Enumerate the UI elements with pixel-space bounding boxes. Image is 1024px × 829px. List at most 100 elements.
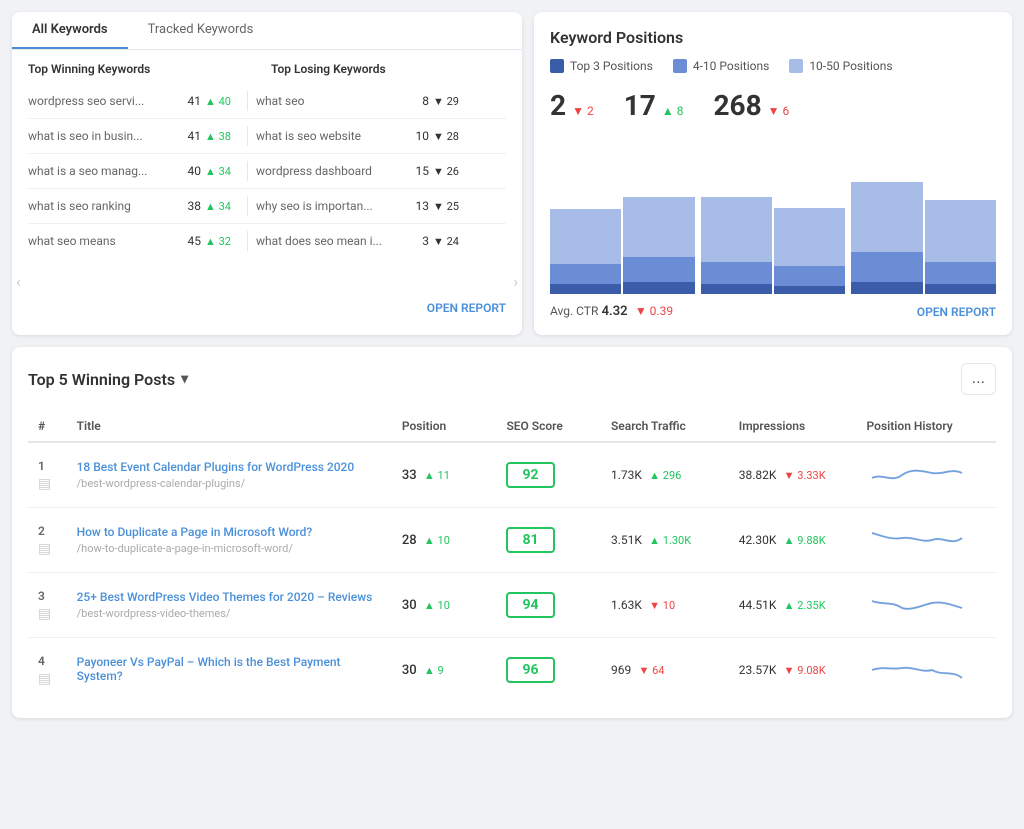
row-seo-cell: 94: [496, 573, 601, 638]
winning-header: Top Winning Keywords: [28, 62, 263, 76]
legend-4-10-label: 4-10 Positions: [693, 59, 769, 73]
table-header: # Title Position SEO Score Search Traffi…: [28, 411, 996, 442]
winning-kw-pos: 40: [173, 164, 201, 178]
winning-kw-pos: 45: [173, 234, 201, 248]
row-number: 1: [38, 459, 57, 473]
document-icon: ▤: [38, 606, 57, 622]
traffic-value: 1.73K: [611, 468, 642, 482]
bar-top: [851, 182, 922, 252]
impressions-change: ▼ 9.08K: [784, 664, 826, 677]
positions-panel: Keyword Positions Top 3 Positions 4-10 P…: [534, 12, 1012, 335]
winning-kw-pos: 41: [173, 129, 201, 143]
legend-4-10: 4-10 Positions: [673, 59, 769, 73]
post-title-link[interactable]: Payoneer Vs PayPal – Which is the Best P…: [77, 655, 382, 683]
winning-kw-change: ▲ 38: [201, 130, 239, 143]
table-row: 3 ▤ 25+ Best WordPress Video Themes for …: [28, 573, 996, 638]
row-position-cell: 30 ▲ 9: [392, 638, 497, 703]
tabs: All Keywords Tracked Keywords: [12, 12, 522, 50]
tab-all-keywords[interactable]: All Keywords: [12, 12, 128, 49]
scroll-right-icon[interactable]: ›: [513, 272, 518, 291]
bar-top: [623, 197, 694, 257]
stat-change-2: ▲ 8: [662, 104, 684, 118]
losing-kw-pos: 10: [401, 129, 429, 143]
chart-area: [550, 134, 996, 294]
bar-bottom: [550, 284, 621, 294]
post-title-link[interactable]: 18 Best Event Calendar Plugins for WordP…: [77, 460, 382, 474]
row-num-cell: 4 ▤: [28, 638, 67, 703]
traffic-value: 1.63K: [611, 598, 642, 612]
keywords-row: what seo means 45 ▲ 32 what does seo mea…: [28, 224, 506, 258]
row-seo-cell: 92: [496, 442, 601, 508]
chart-bar-group-2: [701, 134, 846, 294]
bar-bottom: [623, 282, 694, 294]
open-report-link[interactable]: OPEN REPORT: [427, 301, 506, 315]
stat-group-1: 2 ▼ 2: [550, 89, 594, 122]
position-value: 28: [402, 533, 417, 548]
legend-top3-label: Top 3 Positions: [570, 59, 653, 73]
losing-kw-change: ▼ 24: [429, 235, 467, 248]
bar-mid: [550, 264, 621, 284]
post-title-link[interactable]: 25+ Best WordPress Video Themes for 2020…: [77, 590, 382, 604]
losing-kw-pos: 13: [401, 199, 429, 213]
row-title-cell: 18 Best Event Calendar Plugins for WordP…: [67, 442, 392, 508]
col-header-position-history: Position History: [857, 411, 996, 442]
position-change: ▲ 9: [424, 664, 444, 677]
row-number: 3: [38, 589, 57, 603]
losing-kw-change: ▼ 25: [429, 200, 467, 213]
col-divider: [247, 196, 248, 216]
bar-col: [851, 134, 922, 294]
position-value: 30: [402, 663, 417, 678]
bar-col: [550, 134, 621, 294]
traffic-change: ▲ 296: [649, 469, 681, 482]
bar-col: [925, 134, 996, 294]
table-row: 1 ▤ 18 Best Event Calendar Plugins for W…: [28, 442, 996, 508]
keywords-row: what is a seo manag... 40 ▲ 34 wordpress…: [28, 154, 506, 189]
stat-num-1: 2: [550, 89, 566, 122]
panel-title[interactable]: Top 5 Winning Posts ▾: [28, 370, 188, 389]
row-number: 2: [38, 524, 57, 538]
positions-stats: 2 ▼ 2 17 ▲ 8 268 ▼ 6: [550, 89, 996, 122]
keywords-panel: All Keywords Tracked Keywords Top Winnin…: [12, 12, 522, 335]
bar-bottom: [701, 284, 772, 294]
ctr-row: Avg. CTR 4.32 ▼ 0.39 OPEN REPORT: [550, 304, 996, 319]
legend-top3: Top 3 Positions: [550, 59, 653, 73]
post-title-link[interactable]: How to Duplicate a Page in Microsoft Wor…: [77, 525, 382, 539]
scroll-left-icon[interactable]: ‹: [16, 272, 21, 291]
stat-num-3: 268: [713, 89, 761, 122]
traffic-change: ▲ 1.30K: [649, 534, 691, 547]
chart-bar-group-3: [851, 134, 996, 294]
open-report-section: OPEN REPORT: [12, 293, 522, 324]
losing-kw-pos: 8: [401, 94, 429, 108]
losing-kw-pos: 3: [401, 234, 429, 248]
document-icon: ▤: [38, 476, 57, 492]
seo-score-badge: 81: [506, 527, 554, 553]
col-divider: [247, 91, 248, 111]
table-body: 1 ▤ 18 Best Event Calendar Plugins for W…: [28, 442, 996, 702]
losing-kw-change: ▼ 26: [429, 165, 467, 178]
legend-10-50-label: 10-50 Positions: [809, 59, 892, 73]
col-header-seo-score: SEO Score: [496, 411, 601, 442]
tab-tracked-keywords[interactable]: Tracked Keywords: [128, 12, 274, 49]
legend-dot-mid: [673, 59, 687, 73]
col-header-title: Title: [67, 411, 392, 442]
more-options-button[interactable]: ...: [961, 363, 996, 395]
open-report-right-link[interactable]: OPEN REPORT: [917, 305, 996, 319]
row-history-cell: [857, 442, 996, 508]
keywords-row: wordpress seo servi... 41 ▲ 40 what seo …: [28, 84, 506, 119]
col-divider: [247, 161, 248, 181]
stat-group-2: 17 ▲ 8: [624, 89, 684, 122]
seo-score-badge: 92: [506, 462, 554, 488]
panel-title-text: Top 5 Winning Posts: [28, 370, 175, 389]
col-divider: [247, 126, 248, 146]
chevron-down-icon: ▾: [181, 371, 188, 387]
bar-mid: [701, 262, 772, 284]
row-num-cell: 3 ▤: [28, 573, 67, 638]
bar-col: [774, 134, 845, 294]
losing-header: Top Losing Keywords: [263, 62, 506, 76]
sparkline-chart: [867, 453, 967, 493]
position-value: 30: [402, 598, 417, 613]
bar-bottom: [851, 282, 922, 294]
losing-kw-change: ▼ 29: [429, 95, 467, 108]
document-icon: ▤: [38, 671, 57, 687]
stat-change-1: ▼ 2: [572, 104, 594, 118]
